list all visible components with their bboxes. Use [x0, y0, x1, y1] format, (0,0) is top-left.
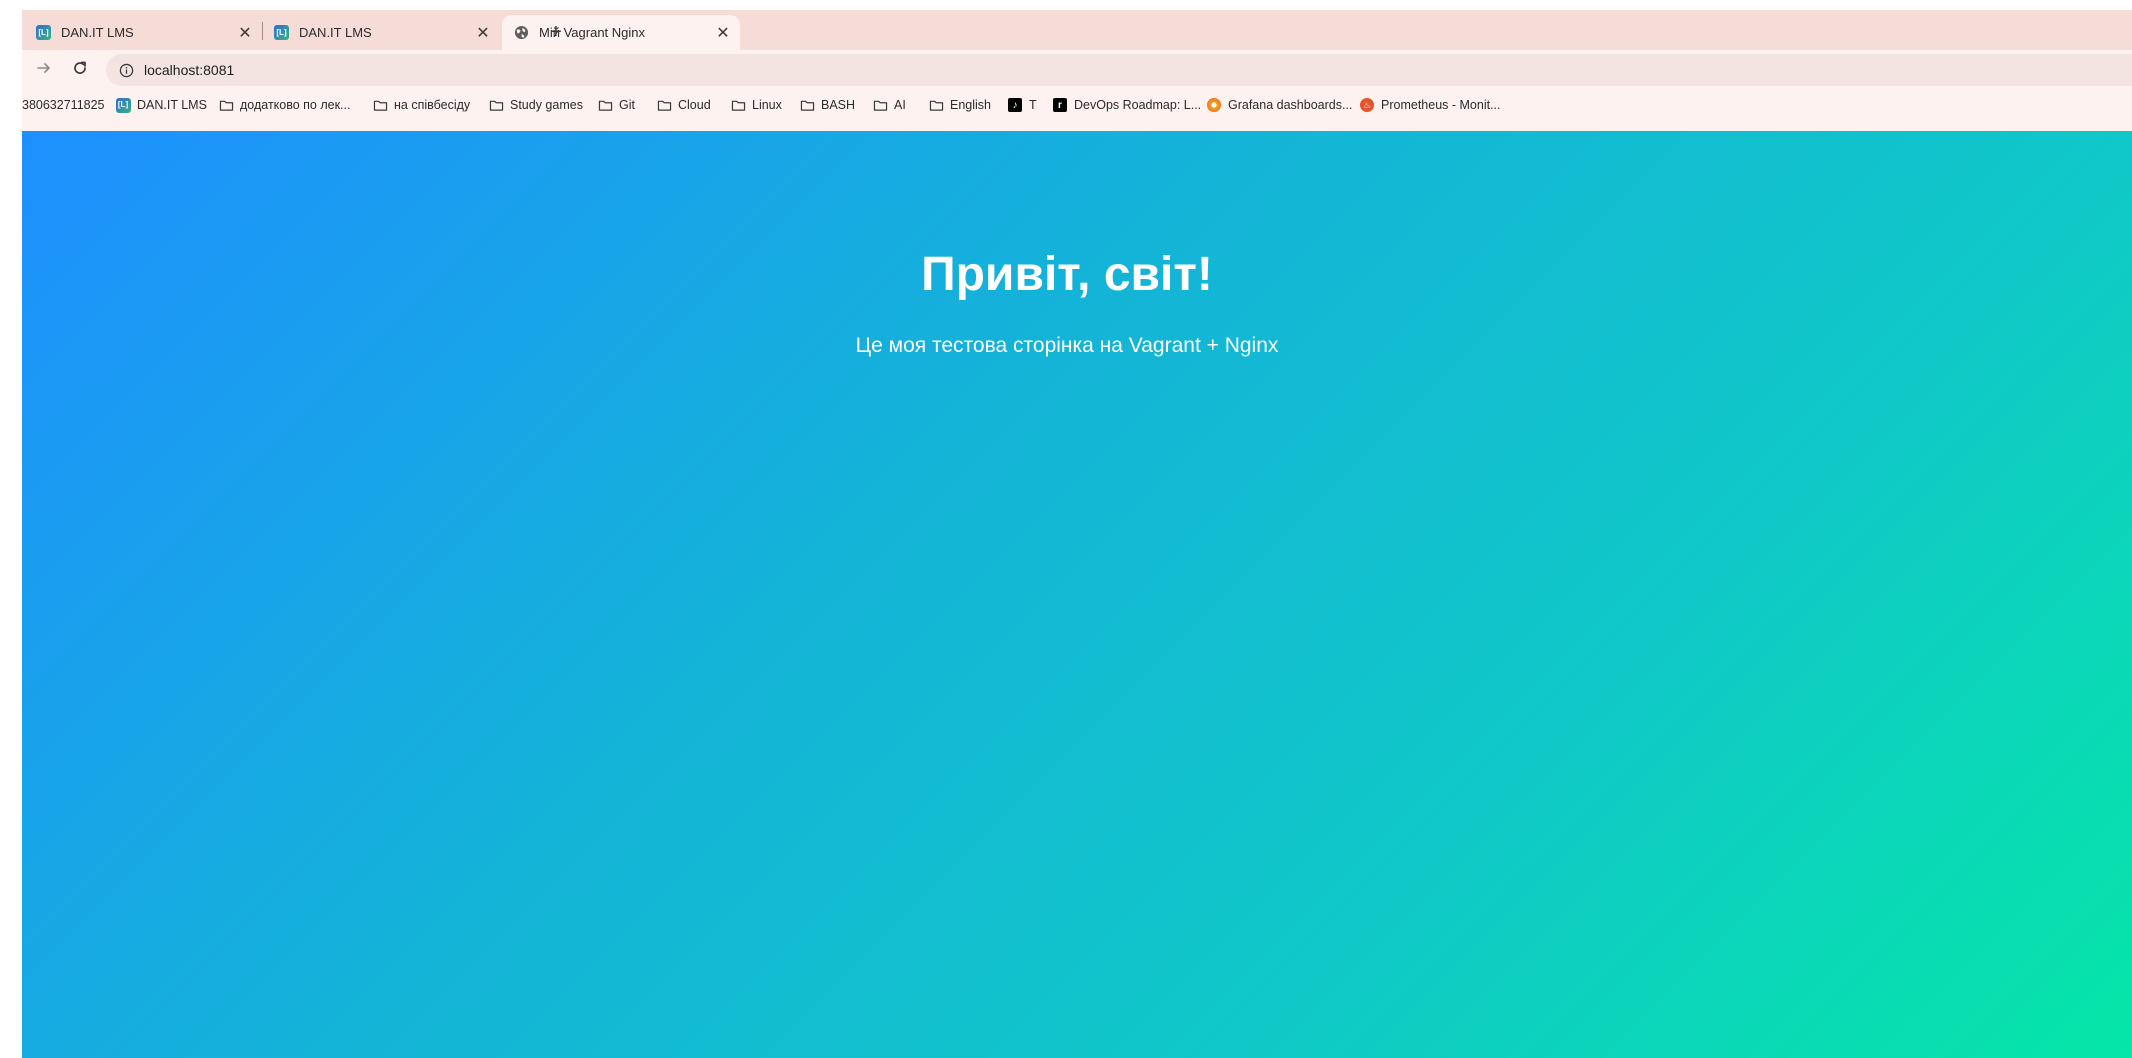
bookmark-folder-cloud[interactable]: Cloud [656, 90, 711, 120]
globe-icon [514, 25, 529, 40]
bookmark-label: Linux [752, 98, 782, 112]
bookmark-label: English [950, 98, 991, 112]
bookmark-label: Grafana dashboards... [1228, 98, 1353, 112]
reload-icon [72, 60, 88, 81]
close-icon[interactable]: ✕ [234, 22, 256, 44]
tab-dan-it-lms-2[interactable]: [L] DAN.IT LMS ✕ [262, 15, 500, 50]
bookmark-folder-dodatkovo[interactable]: додатково по лек... [218, 90, 350, 120]
folder-icon [656, 97, 672, 113]
bookmark-label: Git [619, 98, 635, 112]
page-viewport: Привіт, світ! Це моя тестова сторінка на… [22, 131, 2132, 1058]
folder-icon [372, 97, 388, 113]
folder-icon [218, 97, 234, 113]
bookmarks-bar: 380632711825 [L] DAN.IT LMS додатково по… [22, 90, 2132, 120]
bookmark-folder-bash[interactable]: BASH [799, 90, 855, 120]
close-icon[interactable]: ✕ [712, 22, 734, 44]
forward-button[interactable] [30, 56, 58, 84]
browser-window: [L] DAN.IT LMS ✕ [L] DAN.IT LMS ✕ Мій Va… [22, 10, 2132, 1058]
tab-vagrant-nginx[interactable]: Мій Vagrant Nginx ✕ [502, 15, 740, 50]
site-info-icon[interactable] [118, 62, 134, 78]
reload-button[interactable] [66, 56, 94, 84]
folder-icon [928, 97, 944, 113]
bookmark-label: на співбесіду [394, 98, 471, 112]
bookmark-prometheus[interactable]: ♨ Prometheus - Monit... [1359, 90, 1501, 120]
bookmark-phone[interactable]: 380632711825 [22, 90, 105, 120]
address-url[interactable]: localhost:8081 [144, 62, 234, 78]
bookmark-label: Prometheus - Monit... [1381, 98, 1501, 112]
lms-favicon-icon: [L] [274, 25, 289, 40]
new-tab-button[interactable]: + [543, 19, 569, 45]
bookmark-dan-it-lms[interactable]: [L] DAN.IT LMS [115, 90, 207, 120]
bookmark-folder-linux[interactable]: Linux [730, 90, 782, 120]
lms-favicon-icon: [L] [36, 25, 51, 40]
bookmark-label: 380632711825 [22, 98, 105, 112]
bookmark-tiktok[interactable]: ♪ T [1007, 90, 1037, 120]
bookmark-folder-english[interactable]: English [928, 90, 991, 120]
prometheus-icon: ♨ [1359, 97, 1375, 113]
toolbar: localhost:8081 [22, 50, 2132, 90]
tab-dan-it-lms-1[interactable]: [L] DAN.IT LMS ✕ [24, 15, 262, 50]
bookmark-folder-study-games[interactable]: Study games [488, 90, 583, 120]
tab-title: DAN.IT LMS [299, 25, 372, 40]
grafana-icon [1206, 97, 1222, 113]
bookmark-label: DevOps Roadmap: L... [1074, 98, 1202, 112]
screen: [L] DAN.IT LMS ✕ [L] DAN.IT LMS ✕ Мій Va… [0, 0, 2132, 1058]
bookmark-folder-ai[interactable]: AI [872, 90, 906, 120]
arrow-right-icon [36, 60, 52, 81]
close-icon[interactable]: ✕ [472, 22, 494, 44]
bookmark-folder-git[interactable]: Git [597, 90, 635, 120]
tab-title: DAN.IT LMS [61, 25, 134, 40]
bookmark-label: додатково по лек... [240, 98, 351, 112]
folder-icon [799, 97, 815, 113]
address-bar[interactable]: localhost:8081 [106, 54, 2132, 86]
bookmark-label: Cloud [678, 98, 711, 112]
bookmark-label: Study games [510, 98, 583, 112]
bookmark-devops-roadmap[interactable]: r DevOps Roadmap: L... [1052, 90, 1201, 120]
folder-icon [730, 97, 746, 113]
folder-icon [597, 97, 613, 113]
bookmark-label: T [1029, 98, 1037, 112]
tab-strip: [L] DAN.IT LMS ✕ [L] DAN.IT LMS ✕ Мій Va… [22, 10, 2132, 50]
bookmark-grafana[interactable]: Grafana dashboards... [1206, 90, 1352, 120]
page-title: Привіт, світ! [921, 248, 1213, 301]
tiktok-icon: ♪ [1007, 97, 1023, 113]
bookmark-label: AI [894, 98, 906, 112]
bookmark-label: DAN.IT LMS [137, 98, 207, 112]
roadmap-icon: r [1052, 97, 1068, 113]
bookmark-folder-interview[interactable]: на співбесіду [372, 90, 470, 120]
folder-icon [872, 97, 888, 113]
folder-icon [488, 97, 504, 113]
bookmark-label: BASH [821, 98, 856, 112]
page-subtitle: Це моя тестова сторінка на Vagrant + Ngi… [855, 334, 1279, 357]
lms-favicon-icon: [L] [115, 97, 131, 113]
